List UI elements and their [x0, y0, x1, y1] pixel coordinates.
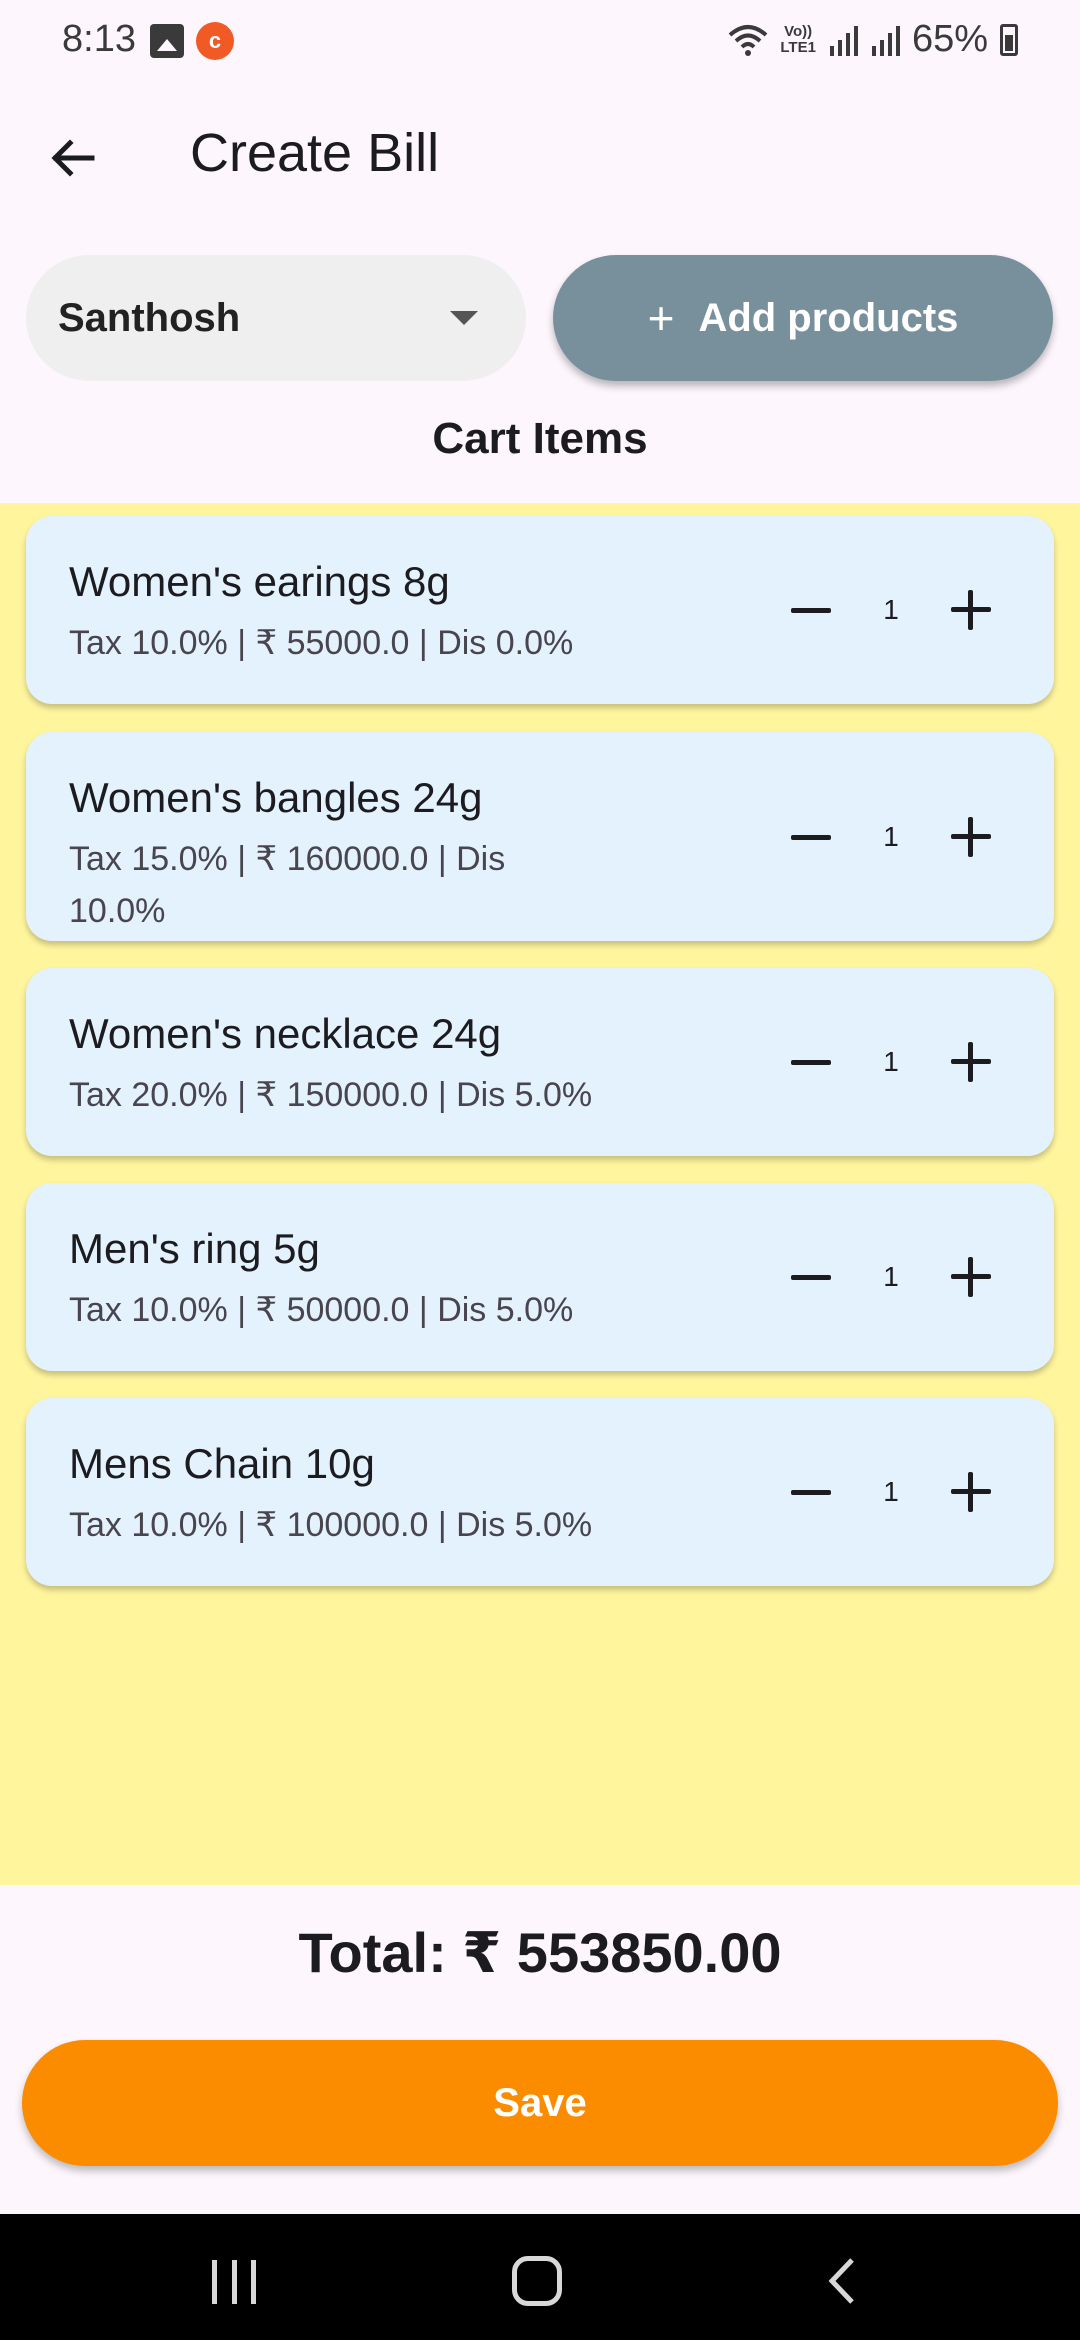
cart-item: Women's necklace 24g Tax 20.0% | ₹ 15000…	[26, 968, 1054, 1156]
app-screen: 8:13 c Vo)) LTE1 65% Create Bill Santhos…	[0, 0, 1080, 2340]
arrow-left-icon	[51, 139, 95, 177]
item-name: Men's ring 5g	[69, 1225, 320, 1272]
status-indicators: Vo)) LTE1 65%	[728, 18, 1018, 61]
save-label: Save	[493, 2080, 587, 2125]
item-details: Tax 20.0% | ₹ 150000.0 | Dis 5.0%	[69, 1076, 593, 1114]
item-details: Tax 10.0% | ₹ 50000.0 | Dis 5.0%	[69, 1291, 574, 1329]
back-button[interactable]	[40, 126, 104, 190]
chevron-left-icon	[828, 2258, 854, 2304]
increase-quantity-button[interactable]	[921, 570, 1021, 650]
customer-selected-value: Santhosh	[58, 295, 241, 340]
quantity-stepper: 1	[761, 1452, 1021, 1532]
quantity-stepper: 1	[761, 570, 1021, 650]
app-notification-icon: c	[196, 22, 234, 60]
quantity-stepper: 1	[761, 1022, 1021, 1102]
system-navigation-bar	[0, 2214, 1080, 2340]
cart-item: Women's bangles 24g Tax 15.0% | ₹ 160000…	[26, 732, 1054, 941]
decrease-quantity-button[interactable]	[761, 1022, 861, 1102]
app-bar: Create Bill	[0, 100, 1080, 212]
add-products-button[interactable]: + Add products	[553, 255, 1053, 381]
item-name: Women's bangles 24g	[69, 774, 483, 821]
decrease-quantity-button[interactable]	[761, 1237, 861, 1317]
network-type-label: Vo)) LTE1	[780, 22, 816, 56]
minus-icon	[791, 1489, 831, 1495]
recent-apps-button[interactable]	[212, 2260, 256, 2304]
status-bar: 8:13 c Vo)) LTE1 65%	[0, 0, 1080, 80]
home-button[interactable]	[512, 2256, 562, 2306]
decrease-quantity-button[interactable]	[761, 570, 861, 650]
quantity-value: 1	[883, 594, 899, 625]
item-details: Tax 15.0% | ₹ 160000.0 | Dis 10.0%	[69, 840, 506, 930]
minus-icon	[791, 607, 831, 613]
bill-controls: Santhosh + Add products	[0, 255, 1080, 383]
cart-item: Women's earings 8g Tax 10.0% | ₹ 55000.0…	[26, 516, 1054, 704]
wifi-icon	[729, 24, 768, 56]
minus-icon	[791, 834, 831, 840]
minus-icon	[791, 1059, 831, 1065]
decrease-quantity-button[interactable]	[761, 1452, 861, 1532]
cart-item: Mens Chain 10g Tax 10.0% | ₹ 100000.0 | …	[26, 1398, 1054, 1586]
caret-down-icon	[450, 311, 478, 325]
plus-icon: +	[647, 292, 675, 344]
bill-total: Total: ₹ 553850.00	[298, 1921, 782, 1984]
cart-item: Men's ring 5g Tax 10.0% | ₹ 50000.0 | Di…	[26, 1183, 1054, 1371]
increase-quantity-button[interactable]	[921, 1452, 1021, 1532]
volte-label: Vo))	[784, 22, 813, 40]
signal-icon	[829, 25, 858, 56]
increase-quantity-button[interactable]	[921, 1237, 1021, 1317]
page-title: Create Bill	[190, 123, 440, 183]
item-name: Women's necklace 24g	[69, 1010, 502, 1057]
decrease-quantity-button[interactable]	[761, 797, 861, 877]
status-notification-icons: c	[150, 22, 234, 60]
system-back-button[interactable]	[822, 2256, 862, 2306]
quantity-stepper: 1	[761, 1237, 1021, 1317]
status-time: 8:13	[62, 18, 136, 60]
item-name: Mens Chain 10g	[69, 1440, 375, 1487]
increase-quantity-button[interactable]	[921, 1022, 1021, 1102]
cart-list[interactable]: Women's earings 8g Tax 10.0% | ₹ 55000.0…	[0, 503, 1080, 1885]
customer-dropdown[interactable]: Santhosh	[26, 255, 526, 381]
quantity-stepper: 1	[761, 797, 1021, 877]
save-button[interactable]: Save	[22, 2040, 1058, 2166]
increase-quantity-button[interactable]	[921, 797, 1021, 877]
quantity-value: 1	[883, 821, 899, 852]
signal-icon	[871, 25, 900, 56]
minus-icon	[791, 1274, 831, 1280]
item-details: Tax 10.0% | ₹ 55000.0 | Dis 0.0%	[69, 624, 574, 662]
image-icon	[150, 24, 184, 58]
lte-label: LTE1	[780, 38, 816, 56]
quantity-value: 1	[883, 1046, 899, 1077]
cart-heading: Cart Items	[432, 414, 648, 463]
battery-icon	[1000, 23, 1018, 56]
add-products-label: Add products	[698, 295, 959, 340]
battery-percentage: 65%	[911, 18, 988, 60]
quantity-value: 1	[883, 1261, 899, 1292]
item-name: Women's earings 8g	[69, 558, 450, 605]
item-details: Tax 10.0% | ₹ 100000.0 | Dis 5.0%	[69, 1506, 593, 1544]
quantity-value: 1	[883, 1476, 899, 1507]
